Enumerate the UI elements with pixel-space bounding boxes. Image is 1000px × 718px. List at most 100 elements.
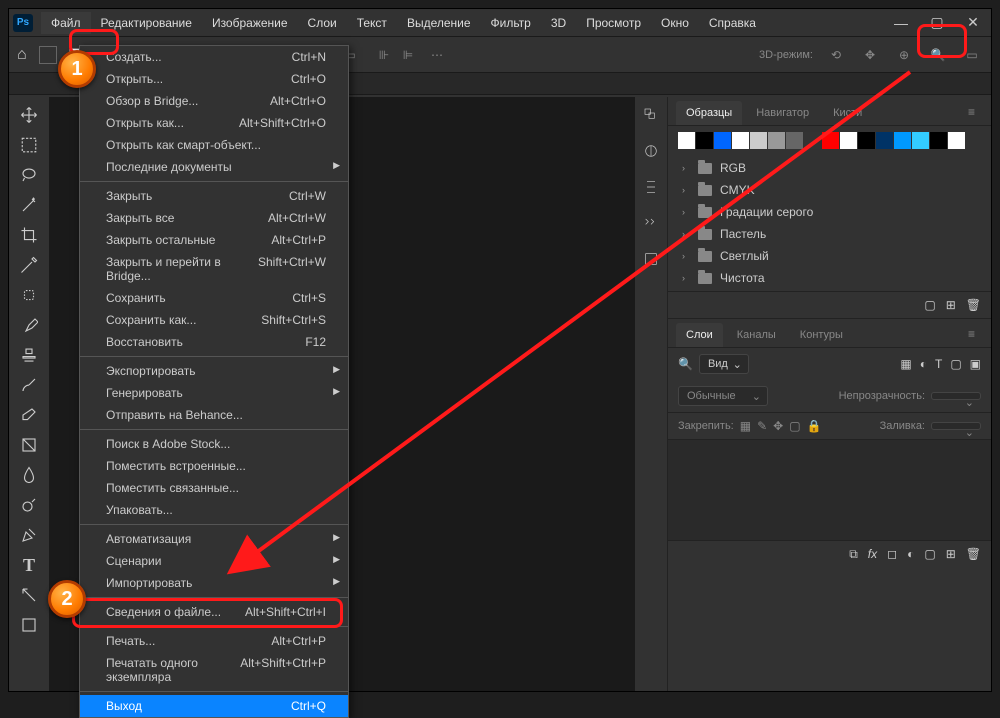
swatch[interactable]: [696, 132, 713, 149]
swatch-folder[interactable]: ›RGB: [668, 157, 991, 179]
new-layer-icon[interactable]: ⊞: [946, 547, 956, 562]
swatch-folder[interactable]: ›Чистота: [668, 267, 991, 289]
menu-item-закрыть-все[interactable]: Закрыть всеAlt+Ctrl+W: [80, 207, 348, 229]
menu-window[interactable]: Окно: [651, 12, 699, 34]
menu-item-экспортировать[interactable]: Экспортировать: [80, 360, 348, 382]
distribute-h-icon[interactable]: ⊪: [373, 44, 395, 66]
eraser-tool[interactable]: [13, 401, 45, 429]
menu-file[interactable]: Файл: [41, 12, 91, 34]
delete-swatch-icon[interactable]: 🗑: [966, 298, 981, 312]
menu-item-закрыть-остальные[interactable]: Закрыть остальныеAlt+Ctrl+P: [80, 229, 348, 251]
gradient-tool[interactable]: [13, 431, 45, 459]
swatch-folder[interactable]: ›Градации серого: [668, 201, 991, 223]
minimize-button[interactable]: —: [887, 13, 915, 33]
menu-item-печать-[interactable]: Печать...Alt+Ctrl+P: [80, 630, 348, 652]
menu-filter[interactable]: Фильтр: [481, 12, 541, 34]
3d-zoom-icon[interactable]: ⊕: [893, 44, 915, 66]
group-icon[interactable]: ▢: [924, 547, 935, 562]
swatch-folder[interactable]: ›Пастель: [668, 223, 991, 245]
swatch[interactable]: [894, 132, 911, 149]
swatch-folder[interactable]: ›CMYK: [668, 179, 991, 201]
lock-position-icon[interactable]: ✥: [773, 419, 783, 433]
menu-select[interactable]: Выделение: [397, 12, 481, 34]
heal-tool[interactable]: [13, 281, 45, 309]
opacity-combo[interactable]: [931, 392, 981, 400]
color-panel-icon[interactable]: [641, 105, 661, 125]
swatch[interactable]: [822, 132, 839, 149]
styles-panel-icon[interactable]: [641, 213, 661, 233]
menu-item-автоматизация[interactable]: Автоматизация: [80, 528, 348, 550]
eyedropper-tool[interactable]: [13, 251, 45, 279]
adjustment-icon[interactable]: ◐: [907, 547, 914, 562]
menu-text[interactable]: Текст: [347, 12, 397, 34]
filter-shape-icon[interactable]: ▢: [950, 357, 961, 371]
swatch[interactable]: [912, 132, 929, 149]
tab-swatches[interactable]: Образцы: [676, 101, 742, 125]
dodge-tool[interactable]: [13, 491, 45, 519]
blend-mode-combo[interactable]: Обычные: [678, 386, 768, 406]
menu-item-выход[interactable]: ВыходCtrl+Q: [80, 695, 348, 717]
layer-filter-combo[interactable]: Вид: [699, 354, 749, 374]
swatch[interactable]: [732, 132, 749, 149]
blur-tool[interactable]: [13, 461, 45, 489]
tool-preset-icon[interactable]: [39, 46, 57, 64]
menu-item-закрыть-и-перейти-в-bridge-[interactable]: Закрыть и перейти в Bridge...Shift+Ctrl+…: [80, 251, 348, 287]
new-group-icon[interactable]: ▢: [924, 298, 935, 312]
swatch[interactable]: [858, 132, 875, 149]
menu-item-сценарии[interactable]: Сценарии: [80, 550, 348, 572]
menu-item-сохранить-как-[interactable]: Сохранить как...Shift+Ctrl+S: [80, 309, 348, 331]
swatch[interactable]: [948, 132, 965, 149]
home-icon[interactable]: ⌂: [17, 46, 27, 64]
fill-combo[interactable]: [931, 422, 981, 430]
link-layers-icon[interactable]: ⧉: [849, 547, 858, 562]
menu-item-сведения-о-файле-[interactable]: Сведения о файле...Alt+Shift+Ctrl+I: [80, 601, 348, 623]
close-button[interactable]: ✕: [959, 13, 987, 33]
menu-item-поиск-в-adobe-stock-[interactable]: Поиск в Adobe Stock...: [80, 433, 348, 455]
swatch[interactable]: [768, 132, 785, 149]
lock-all-icon[interactable]: 🔒: [807, 419, 822, 433]
tab-layers[interactable]: Слои: [676, 323, 723, 347]
brush-tool[interactable]: [13, 311, 45, 339]
crop-tool[interactable]: [13, 221, 45, 249]
filter-adjust-icon[interactable]: ◐: [920, 357, 927, 371]
move-tool[interactable]: [13, 101, 45, 129]
filter-pixel-icon[interactable]: ▦: [900, 357, 911, 371]
marquee-tool[interactable]: [13, 131, 45, 159]
adjustments-panel-icon[interactable]: [641, 141, 661, 161]
delete-layer-icon[interactable]: 🗑: [966, 547, 981, 562]
lock-pixels-icon[interactable]: ▦: [740, 419, 751, 433]
menu-item-генерировать[interactable]: Генерировать: [80, 382, 348, 404]
history-brush-tool[interactable]: [13, 371, 45, 399]
tab-navigator[interactable]: Навигатор: [746, 101, 819, 125]
menu-image[interactable]: Изображение: [202, 12, 298, 34]
swatch[interactable]: [840, 132, 857, 149]
tab-paths[interactable]: Контуры: [790, 323, 853, 347]
maximize-button[interactable]: ▢: [923, 13, 951, 33]
lock-brush-icon[interactable]: ✎: [757, 419, 767, 433]
path-tool[interactable]: [13, 581, 45, 609]
menu-item-печатать-одного-экземпляра[interactable]: Печатать одного экземпляраAlt+Shift+Ctrl…: [80, 652, 348, 688]
swatch[interactable]: [714, 132, 731, 149]
swatch[interactable]: [930, 132, 947, 149]
swatch[interactable]: [876, 132, 893, 149]
menu-item-поместить-встроенные-[interactable]: Поместить встроенные...: [80, 455, 348, 477]
mask-icon[interactable]: ◻: [887, 547, 897, 562]
tab-brushes[interactable]: Кисти: [823, 101, 872, 125]
new-swatch-icon[interactable]: ⊞: [946, 298, 956, 312]
workspace-icon[interactable]: ▭: [961, 44, 983, 66]
menu-item-последние-документы[interactable]: Последние документы: [80, 156, 348, 178]
menu-item-обзор-в-bridge-[interactable]: Обзор в Bridge...Alt+Ctrl+O: [80, 90, 348, 112]
menu-3d[interactable]: 3D: [541, 12, 576, 34]
stamp-tool[interactable]: [13, 341, 45, 369]
menu-item-импортировать[interactable]: Импортировать: [80, 572, 348, 594]
menu-help[interactable]: Справка: [699, 12, 766, 34]
lasso-tool[interactable]: [13, 161, 45, 189]
menu-item-открыть-[interactable]: Открыть...Ctrl+O: [80, 68, 348, 90]
filter-type-icon[interactable]: T: [935, 357, 942, 371]
swatch[interactable]: [804, 132, 821, 149]
menu-item-закрыть[interactable]: ЗакрытьCtrl+W: [80, 185, 348, 207]
menu-view[interactable]: Просмотр: [576, 12, 651, 34]
menu-item-восстановить[interactable]: ВосстановитьF12: [80, 331, 348, 353]
menu-item-открыть-как-смарт-объект-[interactable]: Открыть как смарт-объект...: [80, 134, 348, 156]
swatch[interactable]: [678, 132, 695, 149]
